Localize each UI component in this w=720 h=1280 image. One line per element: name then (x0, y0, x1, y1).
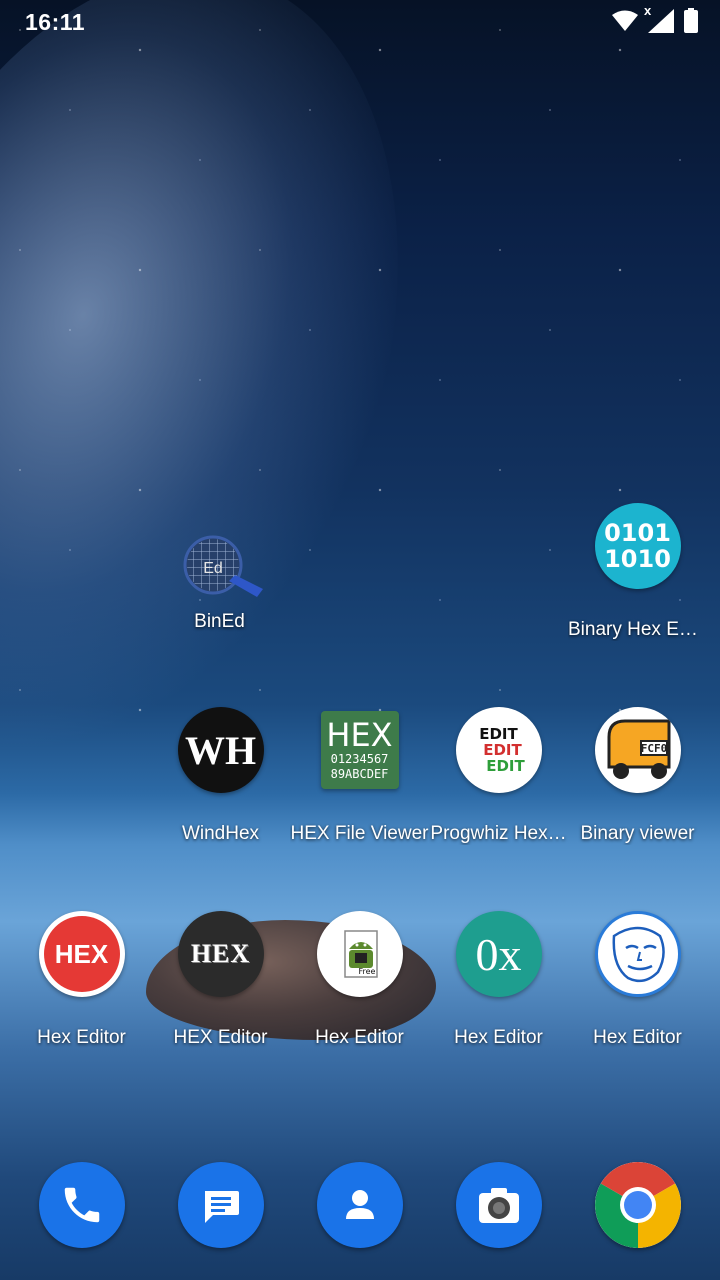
app-label: HEX Editor (173, 1027, 268, 1048)
fcf0-truck-icon: FCF0 (594, 707, 681, 793)
app-hex-editor-3[interactable]: Free Hex Editor (290, 911, 429, 1049)
0x-icon: 0x (455, 911, 542, 997)
app-binary-viewer[interactable]: FCF0 Binary viewer (568, 707, 707, 845)
hex-dark-icon: HEX (177, 911, 264, 997)
dock-chrome[interactable] (568, 1162, 707, 1248)
wifi-icon (612, 10, 638, 32)
icon-text: HEX (190, 939, 251, 968)
app-label: Hex Editor (593, 1027, 682, 1048)
phone-icon (38, 1162, 125, 1248)
icon-text: EDIT (479, 725, 518, 743)
android-free-icon: Free (316, 911, 403, 997)
icon-text: WH (184, 727, 257, 773)
svg-text:Ed: Ed (203, 560, 223, 577)
hex-0123-icon: HEX 01234567 89ABCDEF (320, 711, 399, 789)
icon-text: 01234567 (330, 752, 389, 766)
hex-red-icon: HEX (38, 911, 125, 997)
icon-text: HEX (326, 716, 393, 754)
status-icons: x (612, 3, 698, 33)
hex-red-disc: HEX (43, 916, 120, 992)
dock-camera[interactable] (429, 1162, 568, 1248)
icon-text: EDIT (486, 757, 525, 775)
edit-stack-icon: EDIT EDIT EDIT (455, 707, 542, 793)
binary-0101-icon: 0101 1010 (594, 503, 681, 589)
app-binary-hex-editor[interactable]: 0101 1010 Binary Hex Edi… (568, 503, 707, 641)
status-bar: 16:11 x (0, 0, 720, 44)
app-windhex[interactable]: WH WindHex (151, 707, 290, 845)
status-time: 16:11 (25, 9, 86, 35)
app-hex-editor-2[interactable]: HEX HEX Editor (151, 911, 290, 1049)
contact-icon (316, 1162, 403, 1248)
app-bined[interactable]: Ed BinEd (150, 535, 289, 633)
svg-text:FCF0: FCF0 (640, 742, 667, 755)
message-icon (177, 1162, 264, 1248)
dock-contacts[interactable] (290, 1162, 429, 1248)
svg-text:Free: Free (358, 967, 375, 976)
app-label: Hex Editor (454, 1027, 543, 1048)
app-hex-editor-1[interactable]: HEX Hex Editor (12, 911, 151, 1049)
app-progwhiz-hex[interactable]: EDIT EDIT EDIT Progwhiz Hex… (429, 707, 568, 845)
home-screen: 16:11 x Ed BinEd 0101 1010 Binary Hex Ed… (0, 0, 720, 1280)
app-label: Progwhiz Hex… (430, 823, 567, 844)
app-label: Binary viewer (580, 823, 695, 844)
camera-icon (455, 1162, 542, 1248)
app-hex-editor-4[interactable]: 0x Hex Editor (429, 911, 568, 1049)
app-label: HEX File Viewer (290, 823, 429, 844)
x-mark-icon: x (644, 2, 652, 18)
magnifier-grid-icon: Ed (177, 535, 263, 599)
app-label: WindHex (181, 823, 260, 844)
face-sketch-icon (594, 911, 681, 997)
app-label: BinEd (194, 611, 245, 632)
wh-logo-icon: WH (177, 707, 264, 793)
icon-text: 0101 (604, 519, 671, 547)
signal-icon: x (644, 3, 674, 33)
chrome-icon (594, 1162, 681, 1248)
icon-text: 1010 (604, 545, 671, 573)
icon-text: EDIT (483, 741, 522, 759)
icon-text: HEX (54, 938, 109, 969)
battery-icon (684, 8, 698, 33)
dock-phone[interactable] (12, 1162, 151, 1248)
icon-text: 89ABCDEF (330, 767, 389, 781)
icon-text: 0x (475, 928, 522, 980)
dock (0, 1162, 720, 1250)
app-label: Binary Hex Edi… (568, 619, 707, 640)
app-label: Hex Editor (315, 1027, 404, 1048)
app-hex-file-viewer[interactable]: HEX 01234567 89ABCDEF HEX File Viewer (290, 707, 429, 845)
app-label: Hex Editor (37, 1027, 126, 1048)
dock-messages[interactable] (151, 1162, 290, 1248)
app-hex-editor-5[interactable]: Hex Editor (568, 911, 707, 1049)
